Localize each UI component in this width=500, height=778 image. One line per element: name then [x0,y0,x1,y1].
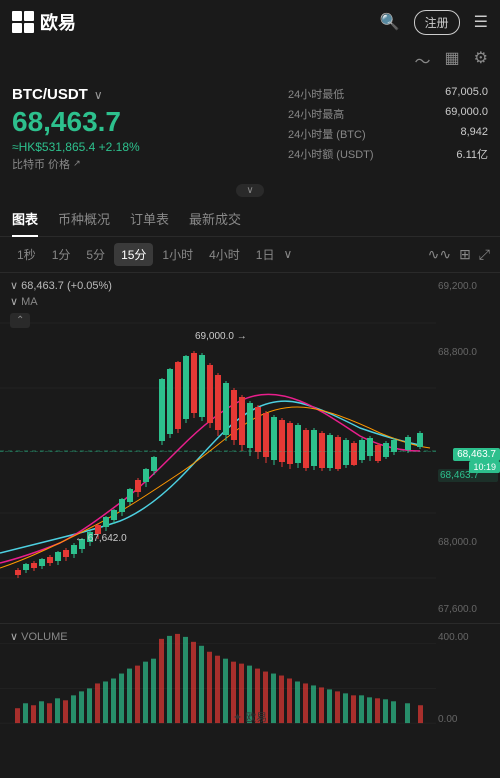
interval-1d[interactable]: 1日 [249,243,282,266]
tab-overview[interactable]: 币种概况 [58,201,110,236]
stat-value-vol-btc: 8,942 [460,126,488,142]
fullscreen-icon[interactable]: ⊞ [459,246,471,263]
stat-label-vol-btc: 24小时量 (BTC) [288,126,366,142]
stat-row-vol-usdt: 24小时额 (USDT) 6.11亿 [288,146,488,162]
expand-chart-icon[interactable]: ⤢ [479,246,490,263]
expand-row: ∨ [0,182,500,201]
chart-svg [0,273,436,623]
chart-ma-label: ∨ MA [10,295,38,308]
logo-text: 欧易 [40,9,76,35]
interval-row: 1秒 1分 5分 15分 1小时 4小时 1日 ∨ ∿∿ ⊞ ⤢ [0,237,500,273]
volume-label: ∨ VOLUME [10,630,68,643]
tab-orderbook[interactable]: 订单表 [130,201,169,236]
stat-label-high: 24小时最高 [288,106,344,122]
pair-dropdown-arrow[interactable]: ∨ [94,88,103,102]
chart-toolbar-icons: ∿∿ ⊞ ⤢ [428,246,490,263]
y-label-5: 68,000.0 [438,537,498,548]
volume-section: ∨ VOLUME 400.00 0.00 [0,623,500,733]
main-price: 68,463.7 [12,107,278,138]
stat-value-vol-usdt: 6.11亿 [456,146,488,162]
price-left: BTC/USDT ∨ 68,463.7 ≈HK$531,865.4 +2.18%… [12,86,278,172]
price-stats: 24小时最低 67,005.0 24小时最高 69,000.0 24小时量 (B… [288,86,488,172]
stat-row-vol-btc: 24小时量 (BTC) 8,942 [288,126,488,142]
stat-label-vol-usdt: 24小时额 (USDT) [288,146,374,162]
indicator-icon[interactable]: ∿∿ [428,246,451,263]
document-icon[interactable]: ▦ [445,48,460,72]
y-label-2: 68,800.0 [438,347,498,358]
tab-chart[interactable]: 图表 [12,201,38,236]
y-label-6: 67,600.0 [438,604,498,615]
current-time-label: 10:19 [469,461,500,473]
tabs-row: 图表 币种概况 订单表 最新成交 [0,201,500,237]
chart-current-price-text: 68,463.7 (+0.05%) [21,280,112,292]
vol-y-label-3: 0.00 [438,714,498,725]
y-label-1: 69,200.0 [438,281,498,292]
stat-label-low: 24小时最低 [288,86,344,102]
external-link-icon: ↗ [73,158,81,169]
stat-row-high: 24小时最高 69,000.0 [288,106,488,122]
stat-value-high: 69,000.0 [445,106,488,122]
menu-icon[interactable]: ☰ [474,12,488,32]
interval-1m[interactable]: 1分 [45,243,78,266]
search-icon[interactable]: 🔍 [380,12,400,32]
interval-4h[interactable]: 4小时 [202,243,247,266]
vol-y-label-1: 400.00 [438,632,498,643]
interval-15m[interactable]: 15分 [114,243,153,266]
chart-expand-icon[interactable]: ⌃ [10,313,30,328]
logo: 欧易 [12,9,76,35]
logo-icon [12,11,34,33]
tab-trades[interactable]: 最新成交 [189,201,241,236]
gear-icon[interactable]: ⚙ [474,48,488,72]
header: 欧易 🔍 注册 ☰ [0,0,500,44]
current-price-label: 68,463.7 [453,448,500,461]
chart-price-info: ∨ 68,463.7 (+0.05%) [10,279,112,292]
watermark: ✦ 欧易 [233,709,267,725]
volume-y-axis: 400.00 0.00 [436,624,500,733]
annotation-low: ← 67,642.0 [75,533,127,544]
wave-icon[interactable]: 〜 [415,48,431,72]
stat-row-low: 24小时最低 67,005.0 [288,86,488,102]
chart-container: ∨ 68,463.7 (+0.05%) ∨ MA ⌃ 69,200.0 68,8… [0,273,500,623]
trading-pair[interactable]: BTC/USDT [12,86,88,103]
interval-5m[interactable]: 5分 [79,243,112,266]
interval-1h[interactable]: 1小时 [155,243,200,266]
header-right: 🔍 注册 ☰ [380,10,488,35]
btc-label: 比特币 价格 ↗ [12,156,278,172]
hk-price: ≈HK$531,865.4 +2.18% [12,140,278,154]
pair-row: BTC/USDT ∨ [12,86,278,103]
interval-1s[interactable]: 1秒 [10,243,43,266]
expand-button[interactable]: ∨ [236,184,263,197]
price-line [0,451,436,452]
annotation-high: 69,000.0 → [195,331,247,342]
price-section: BTC/USDT ∨ 68,463.7 ≈HK$531,865.4 +2.18%… [0,76,500,182]
register-button[interactable]: 注册 [414,10,460,35]
stat-value-low: 67,005.0 [445,86,488,102]
toolbar: 〜 ▦ ⚙ [0,44,500,76]
interval-more-icon[interactable]: ∨ [283,247,292,261]
